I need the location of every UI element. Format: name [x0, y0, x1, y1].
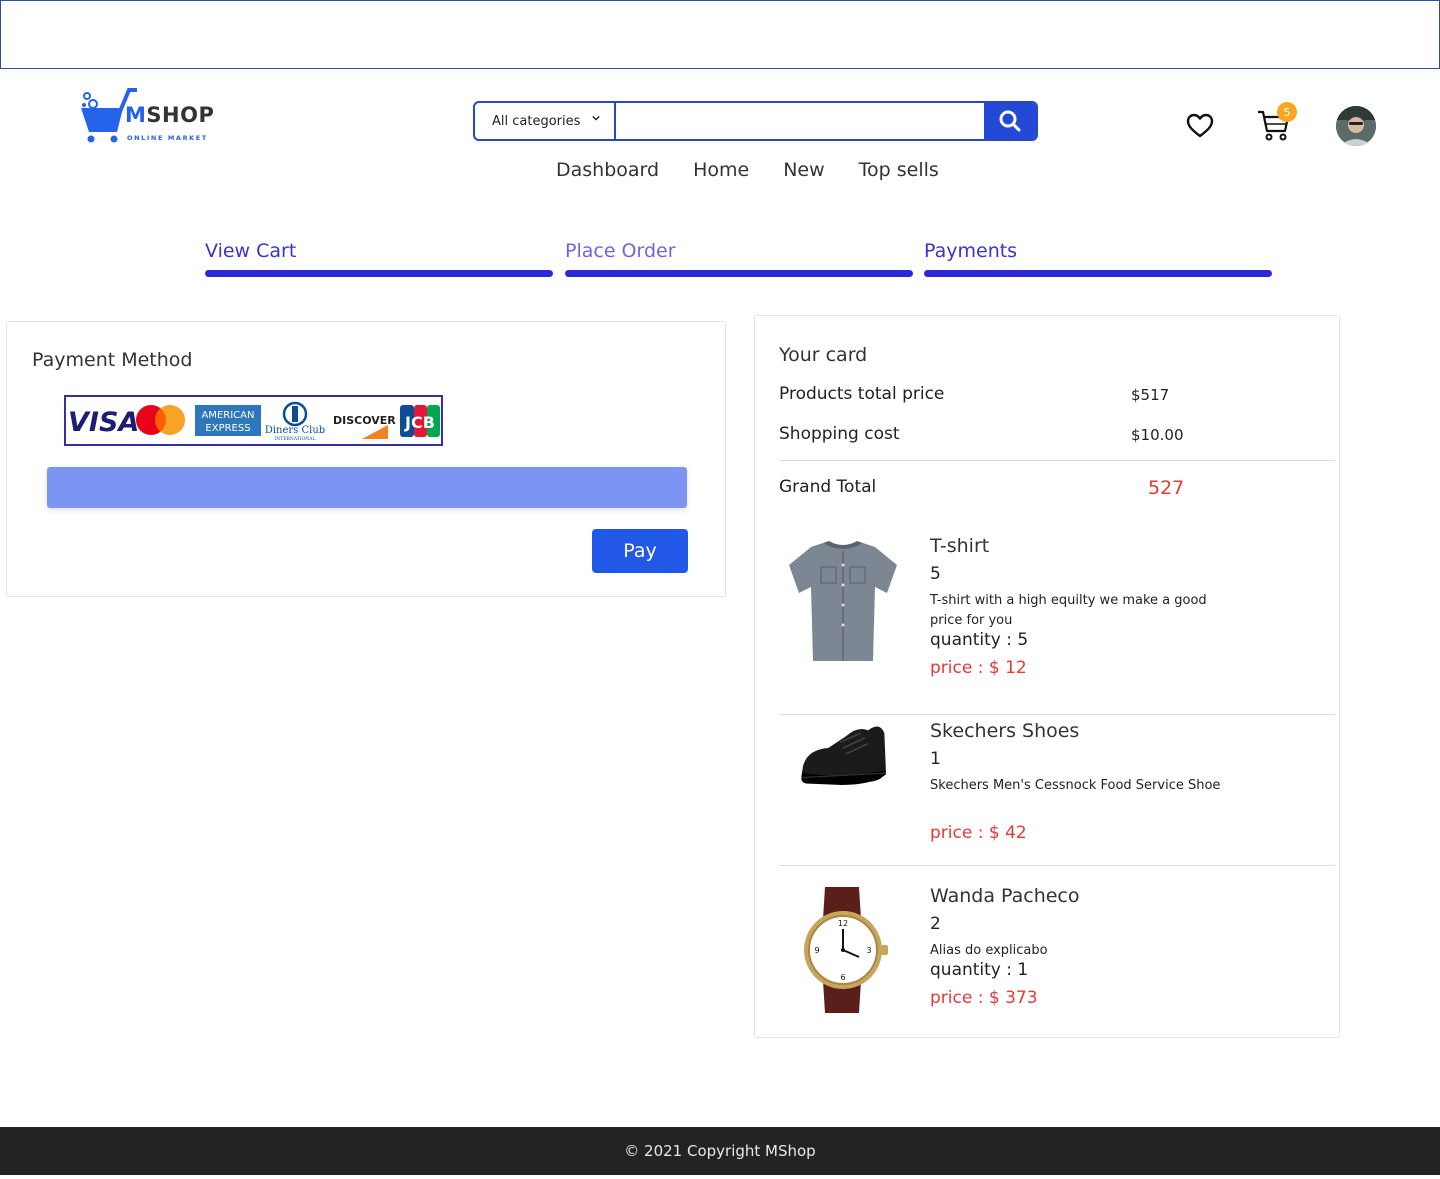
- payment-method-panel: Payment Method VISA AMERICAN EXPRESS Din…: [6, 321, 726, 597]
- cart-count-badge: 5: [1277, 102, 1297, 122]
- step-label: View Cart: [205, 240, 297, 262]
- top-banner: [0, 0, 1440, 69]
- item-description: Skechers Men's Cessnock Food Service Sho…: [930, 778, 1221, 793]
- svg-text:VISA: VISA: [68, 407, 139, 438]
- heart-icon[interactable]: [1186, 113, 1214, 139]
- diners-club-logo-icon: Diners Club INTERNATIONAL: [265, 401, 325, 442]
- shipping-cost-value: $10.00: [1131, 426, 1184, 444]
- chevron-down-icon: [592, 115, 600, 121]
- step-view-cart[interactable]: View Cart: [205, 240, 553, 277]
- main-nav: Dashboard Home New Top sells: [556, 159, 939, 181]
- jcb-logo-icon: JCB: [400, 405, 440, 437]
- item-description: T-shirt with a high equilty we make a go…: [930, 593, 1207, 628]
- nav-top-sells[interactable]: Top sells: [859, 159, 939, 181]
- item-name: T-shirt: [930, 535, 990, 557]
- step-place-order[interactable]: Place Order: [565, 240, 913, 277]
- svg-text:12: 12: [838, 919, 848, 928]
- item-count: 5: [930, 564, 941, 584]
- amex-logo-icon: AMERICAN EXPRESS: [195, 405, 261, 436]
- search-icon: [999, 110, 1021, 132]
- item-price: price : $ 12: [930, 658, 1027, 678]
- nav-new[interactable]: New: [783, 159, 824, 181]
- svg-text:EXPRESS: EXPRESS: [205, 423, 250, 434]
- svg-text:9: 9: [814, 946, 819, 955]
- discover-logo-icon: DISCOVER: [333, 414, 396, 439]
- category-select-label: All categories: [492, 113, 581, 129]
- shoe-image: [801, 726, 886, 785]
- item-count: 2: [930, 914, 941, 934]
- search-bar: All categories: [473, 101, 1038, 141]
- user-photo-icon: [1336, 106, 1376, 146]
- item-count: 1: [930, 749, 941, 769]
- grand-total-value: 527: [1148, 477, 1185, 499]
- summary-divider: [779, 460, 1335, 461]
- nav-home[interactable]: Home: [693, 159, 749, 181]
- logo-wordmark: MSHOP: [125, 103, 215, 127]
- step-label: Place Order: [565, 240, 676, 262]
- svg-text:JCB: JCB: [404, 413, 435, 432]
- accepted-cards-banner: VISA AMERICAN EXPRESS Diners Club INTERN…: [64, 395, 443, 446]
- pay-button[interactable]: Pay: [592, 529, 688, 573]
- item-divider: [779, 714, 1335, 715]
- item-description: Alias do explicabo: [930, 943, 1048, 958]
- shipping-cost-label: Shopping cost: [779, 424, 900, 444]
- payment-method-title: Payment Method: [32, 349, 193, 371]
- item-price: price : $ 42: [930, 823, 1027, 843]
- step-progress-bar: [205, 270, 553, 277]
- nav-dashboard[interactable]: Dashboard: [556, 159, 659, 181]
- copyright-text: © 2021 Copyright MShop: [624, 1142, 816, 1160]
- grand-total-label: Grand Total: [779, 477, 877, 497]
- search-input[interactable]: [618, 103, 984, 139]
- summary-title: Your card: [779, 344, 868, 366]
- item-name: Skechers Shoes: [930, 720, 1080, 742]
- card-input-field[interactable]: [47, 467, 687, 508]
- logo-tagline: ONLINE MARKET: [127, 134, 208, 142]
- item-name: Wanda Pacheco: [930, 885, 1080, 907]
- products-total-value: $517: [1131, 386, 1170, 404]
- footer: © 2021 Copyright MShop: [0, 1127, 1440, 1175]
- item-divider: [779, 865, 1335, 866]
- products-total-label: Products total price: [779, 384, 945, 404]
- svg-text:3: 3: [866, 946, 871, 955]
- watch-image: 12 3 6 9: [804, 887, 888, 1013]
- visa-logo-icon: VISA: [68, 407, 139, 438]
- search-button[interactable]: [984, 103, 1036, 139]
- svg-text:Diners Club: Diners Club: [265, 425, 325, 436]
- step-label: Payments: [924, 240, 1018, 262]
- tshirt-image: [789, 541, 897, 661]
- item-quantity: quantity : 5: [930, 630, 1029, 650]
- avatar[interactable]: [1336, 106, 1376, 146]
- svg-text:6: 6: [840, 973, 845, 982]
- mastercard-logo-icon: [136, 405, 185, 435]
- step-progress-bar: [565, 270, 913, 277]
- step-payments[interactable]: Payments: [924, 240, 1272, 277]
- svg-text:INTERNATIONAL: INTERNATIONAL: [275, 436, 316, 442]
- svg-text:AMERICAN: AMERICAN: [202, 410, 255, 421]
- item-price: price : $ 373: [930, 988, 1038, 1008]
- item-quantity: quantity : 1: [930, 960, 1029, 980]
- order-summary-panel: Your card Products total price $517 Shop…: [754, 315, 1340, 1038]
- mshop-logo[interactable]: MSHOP ONLINE MARKET: [79, 88, 214, 144]
- category-select[interactable]: All categories: [475, 103, 616, 139]
- svg-text:DISCOVER: DISCOVER: [333, 414, 396, 427]
- step-progress-bar: [924, 270, 1272, 277]
